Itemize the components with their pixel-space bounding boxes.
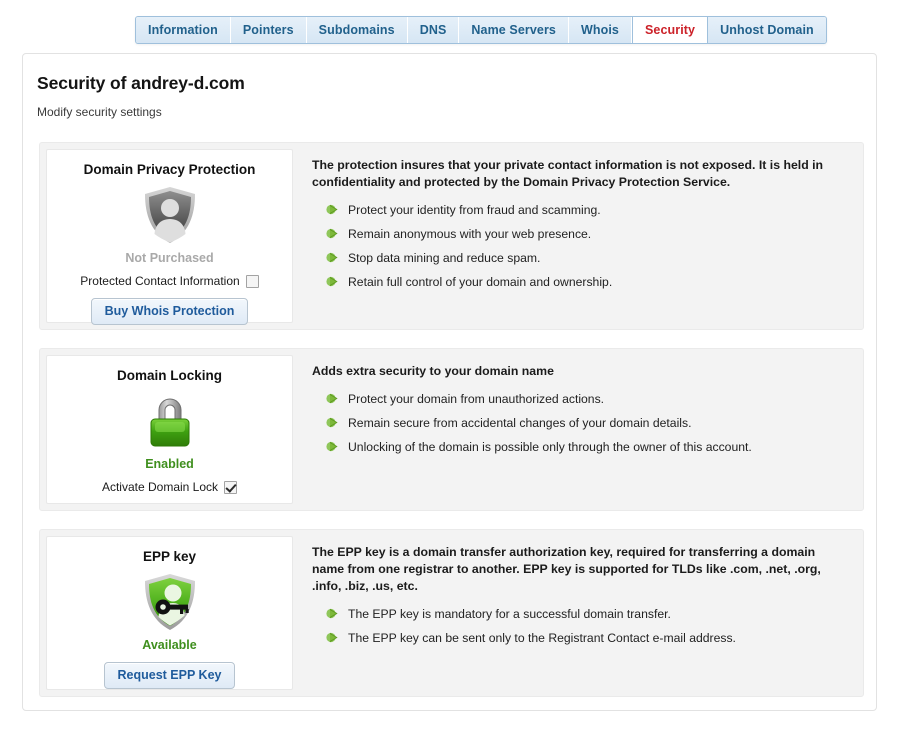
domain-tabs: InformationPointersSubdomainsDNSName Ser… [135, 16, 827, 44]
privacy-checkbox-label: Protected Contact Information [80, 274, 239, 288]
tab-dns[interactable]: DNS [408, 17, 460, 43]
locking-content: Adds extra security to your domain name … [312, 363, 847, 464]
green-arrow-bullet-icon [326, 440, 339, 453]
green-key-shield-icon [142, 572, 198, 634]
list-item: Remain secure from accidental changes of… [326, 416, 847, 430]
protected-contact-information-checkbox[interactable] [246, 275, 259, 288]
privacy-content: The protection insures that your private… [312, 157, 847, 299]
section-domain-privacy-protection: Domain Privacy Protection [39, 142, 864, 330]
security-page: InformationPointersSubdomainsDNSName Ser… [0, 0, 898, 729]
epp-card: EPP key [46, 536, 293, 690]
epp-bullet-list: The EPP key is mandatory for a successfu… [326, 607, 847, 645]
list-item: The EPP key is mandatory for a successfu… [326, 607, 847, 621]
green-arrow-bullet-icon [326, 416, 339, 429]
list-item: Remain anonymous with your web presence. [326, 227, 847, 241]
tab-security[interactable]: Security [632, 17, 708, 43]
list-item: Stop data mining and reduce spam. [326, 251, 847, 265]
list-item-label: Retain full control of your domain and o… [348, 275, 612, 289]
request-epp-key-button[interactable]: Request EPP Key [104, 662, 236, 689]
privacy-checkbox-row[interactable]: Protected Contact Information [80, 274, 258, 288]
green-arrow-bullet-icon [326, 607, 339, 620]
green-arrow-bullet-icon [326, 203, 339, 216]
epp-status: Available [142, 638, 196, 652]
tab-whois[interactable]: Whois [569, 17, 632, 43]
list-item: Protect your domain from unauthorized ac… [326, 392, 847, 406]
epp-card-title: EPP key [143, 549, 196, 564]
privacy-card: Domain Privacy Protection [46, 149, 293, 323]
privacy-bullet-list: Protect your identity from fraud and sca… [326, 203, 847, 289]
list-item: Retain full control of your domain and o… [326, 275, 847, 289]
green-arrow-bullet-icon [326, 631, 339, 644]
section-domain-locking: Domain Locking [39, 348, 864, 511]
tab-information[interactable]: Information [136, 17, 231, 43]
green-padlock-icon [143, 391, 197, 453]
list-item: The EPP key can be sent only to the Regi… [326, 631, 847, 645]
activate-domain-lock-checkbox[interactable] [224, 481, 237, 494]
list-item-label: Remain anonymous with your web presence. [348, 227, 591, 241]
list-item: Protect your identity from fraud and sca… [326, 203, 847, 217]
list-item-label: Stop data mining and reduce spam. [348, 251, 540, 265]
privacy-lead-text: The protection insures that your private… [312, 157, 847, 191]
tab-pointers[interactable]: Pointers [231, 17, 307, 43]
green-arrow-bullet-icon [326, 275, 339, 288]
tab-unhost-domain[interactable]: Unhost Domain [708, 17, 826, 43]
locking-status: Enabled [145, 457, 194, 471]
epp-lead-text: The EPP key is a domain transfer authori… [312, 544, 847, 595]
epp-content: The EPP key is a domain transfer authori… [312, 544, 847, 655]
list-item-label: Remain secure from accidental changes of… [348, 416, 691, 430]
page-title: Security of andrey-d.com [37, 73, 245, 94]
list-item-label: The EPP key can be sent only to the Regi… [348, 631, 736, 645]
green-arrow-bullet-icon [326, 251, 339, 264]
list-item-label: The EPP key is mandatory for a successfu… [348, 607, 671, 621]
locking-checkbox-label: Activate Domain Lock [102, 480, 218, 494]
locking-card-title: Domain Locking [117, 368, 222, 383]
locking-checkbox-row[interactable]: Activate Domain Lock [102, 480, 237, 494]
list-item: Unlocking of the domain is possible only… [326, 440, 847, 454]
green-arrow-bullet-icon [326, 392, 339, 405]
section-epp-key: EPP key [39, 529, 864, 697]
locking-card: Domain Locking [46, 355, 293, 504]
green-arrow-bullet-icon [326, 227, 339, 240]
list-item-label: Unlocking of the domain is possible only… [348, 440, 752, 454]
buy-whois-protection-button[interactable]: Buy Whois Protection [91, 298, 249, 325]
privacy-status: Not Purchased [125, 251, 213, 265]
grey-privacy-shield-icon [142, 185, 198, 247]
page-subtitle: Modify security settings [37, 105, 162, 119]
list-item-label: Protect your identity from fraud and sca… [348, 203, 601, 217]
tab-name-servers[interactable]: Name Servers [459, 17, 569, 43]
locking-bullet-list: Protect your domain from unauthorized ac… [326, 392, 847, 454]
privacy-card-title: Domain Privacy Protection [84, 162, 256, 177]
locking-lead-text: Adds extra security to your domain name [312, 363, 847, 380]
tab-subdomains[interactable]: Subdomains [307, 17, 408, 43]
list-item-label: Protect your domain from unauthorized ac… [348, 392, 604, 406]
content-frame: Security of andrey-d.com Modify security… [22, 53, 877, 711]
